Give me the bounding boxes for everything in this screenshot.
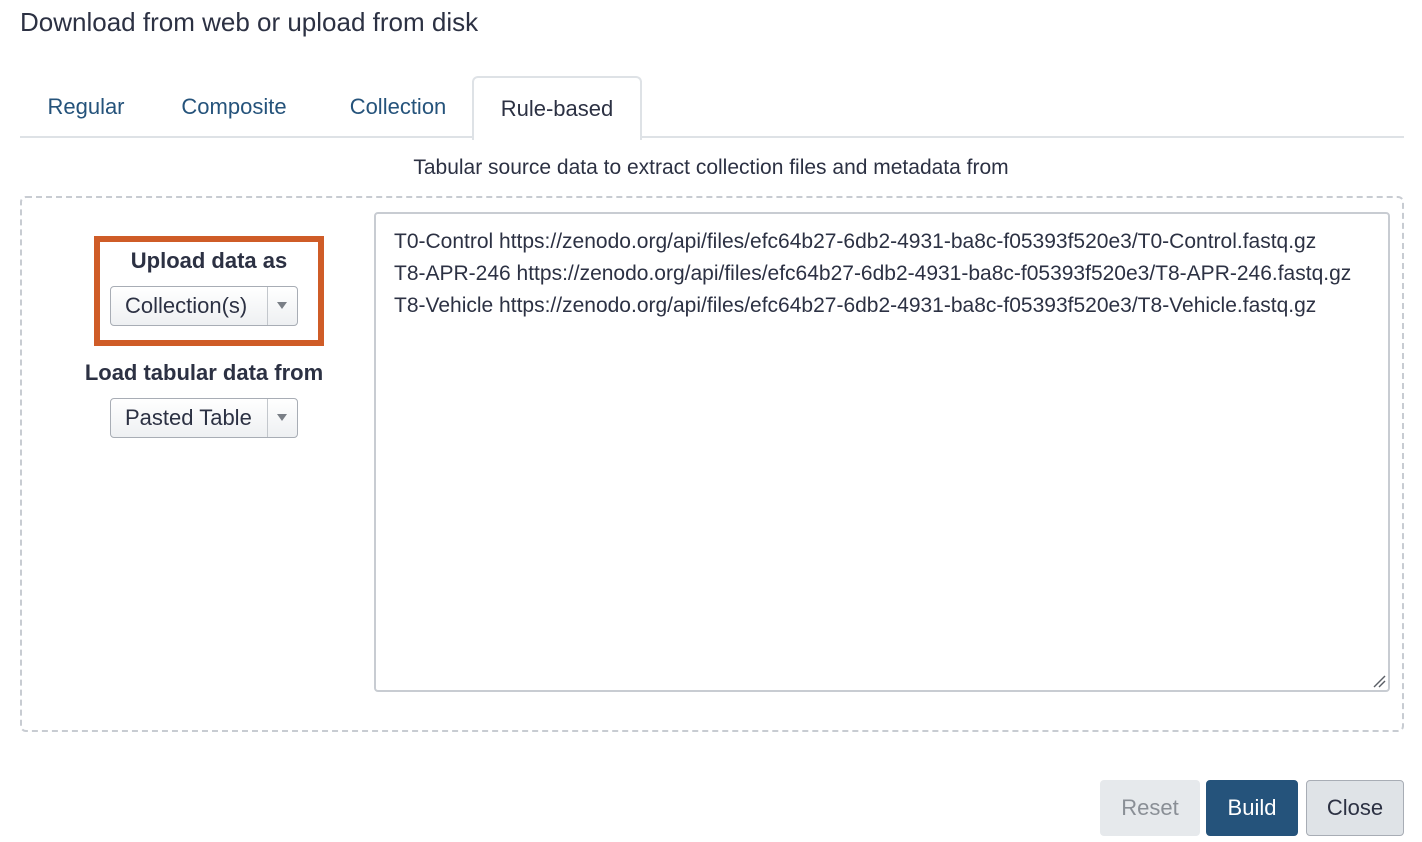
chevron-down-icon <box>277 302 287 309</box>
tab-composite[interactable]: Composite <box>156 76 312 138</box>
load-from-select[interactable]: Pasted Table <box>110 398 298 438</box>
tab-rule-based[interactable]: Rule-based <box>472 76 642 140</box>
pasted-table-textarea[interactable]: T0-Control https://zenodo.org/api/files/… <box>374 212 1390 692</box>
upload-as-dropdown-toggle[interactable] <box>267 287 297 325</box>
upload-tabs: Regular Composite Collection Rule-based <box>20 76 1404 140</box>
pasted-line: T8-Vehicle https://zenodo.org/api/files/… <box>394 294 1317 317</box>
tab-regular[interactable]: Regular <box>28 76 144 138</box>
resize-handle-icon[interactable] <box>1372 674 1386 688</box>
upload-as-label: Upload data as <box>130 248 288 273</box>
dialog-title: Download from web or upload from disk <box>20 7 479 37</box>
source-data-heading: Tabular source data to extract collectio… <box>413 156 1009 179</box>
reset-button[interactable]: Reset <box>1100 780 1200 836</box>
load-from-label: Load tabular data from <box>84 360 324 385</box>
build-button[interactable]: Build <box>1206 780 1298 836</box>
pasted-line: T8-APR-246 https://zenodo.org/api/files/… <box>394 262 1352 285</box>
close-button[interactable]: Close <box>1306 780 1404 836</box>
pasted-line: T0-Control https://zenodo.org/api/files/… <box>394 230 1317 253</box>
chevron-down-icon <box>277 414 287 421</box>
load-from-value: Pasted Table <box>125 405 252 430</box>
upload-as-value: Collection(s) <box>125 293 248 318</box>
load-from-dropdown-toggle[interactable] <box>267 399 297 437</box>
tab-collection[interactable]: Collection <box>328 76 468 138</box>
upload-as-select[interactable]: Collection(s) <box>110 286 298 326</box>
